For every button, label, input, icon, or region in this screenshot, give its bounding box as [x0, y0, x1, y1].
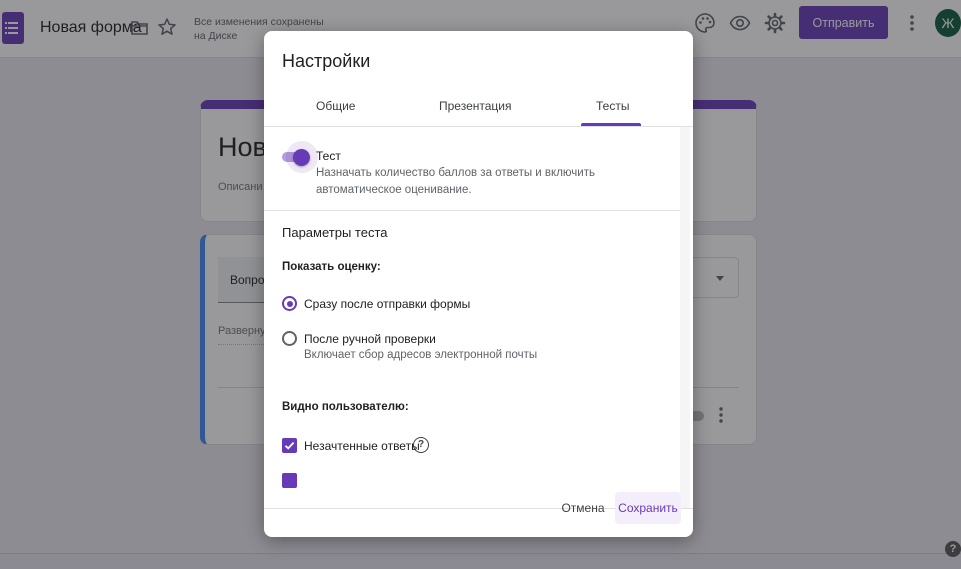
show-grade-heading: Показать оценку:	[282, 261, 381, 273]
section-divider	[264, 210, 680, 211]
cancel-button[interactable]: Отмена	[557, 493, 609, 523]
quiz-toggle-description: Назначать количество баллов за ответы и …	[316, 167, 595, 196]
radio-manual-review-label[interactable]: После ручной проверки	[304, 332, 436, 346]
quiz-params-title: Параметры теста	[282, 225, 388, 240]
scrollbar[interactable]	[680, 127, 690, 508]
tab-general[interactable]: Общие	[316, 99, 355, 113]
radio-immediately[interactable]	[282, 296, 297, 311]
settings-tabs: Общие Презентация Тесты	[264, 89, 693, 127]
tab-tests[interactable]: Тесты	[596, 99, 629, 113]
checkbox-missed-answers-label[interactable]: Незачтенные ответы	[304, 439, 420, 453]
visible-to-user-heading: Видно пользователю:	[282, 401, 409, 413]
radio-manual-review[interactable]	[282, 331, 297, 346]
settings-scroll-area[interactable]: Тест Назначать количество баллов за отве…	[264, 127, 693, 509]
help-icon[interactable]: ?	[413, 437, 429, 453]
tab-presentation[interactable]: Презентация	[439, 99, 512, 113]
toggle-knob	[293, 149, 310, 166]
quiz-toggle-label: Тест	[316, 149, 341, 163]
settings-dialog: Настройки Общие Презентация Тесты Тест Н…	[264, 31, 693, 537]
save-button[interactable]: Сохранить	[615, 492, 681, 524]
quiz-toggle[interactable]	[280, 141, 318, 173]
radio-manual-review-sub: Включает сбор адресов электронной почты	[304, 349, 538, 361]
dialog-title: Настройки	[282, 51, 371, 71]
radio-immediately-label[interactable]: Сразу после отправки формы	[304, 297, 470, 311]
checkbox-missed-answers[interactable]	[282, 438, 297, 453]
checkbox-next-item[interactable]	[282, 473, 297, 488]
active-tab-indicator	[581, 123, 641, 126]
